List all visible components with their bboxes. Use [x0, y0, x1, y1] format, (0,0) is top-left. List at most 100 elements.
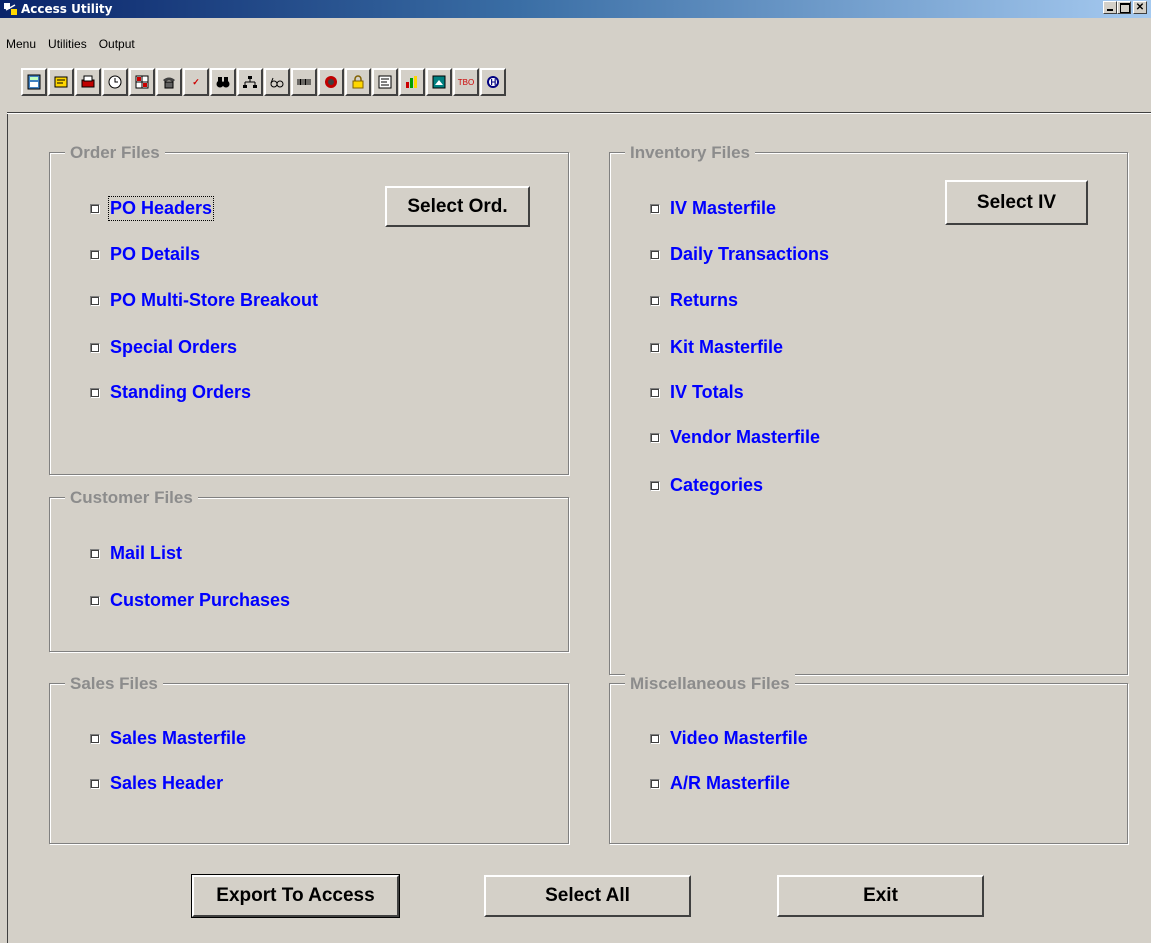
- printer-icon: [81, 75, 95, 88]
- item-label: Special Orders: [110, 337, 238, 357]
- target-button[interactable]: [318, 68, 344, 96]
- checkbox[interactable]: [650, 480, 660, 491]
- lock-icon: [352, 75, 364, 89]
- checkbox-standing-orders[interactable]: Standing Orders: [90, 382, 251, 403]
- checkbox[interactable]: [650, 733, 660, 744]
- clock-icon: [108, 75, 122, 89]
- exit-button[interactable]: Exit: [777, 875, 984, 917]
- minimize-icon: [1107, 9, 1113, 11]
- checkbox[interactable]: [90, 295, 100, 306]
- checkbox-categories[interactable]: Categories: [650, 475, 763, 496]
- checkbox[interactable]: [650, 249, 660, 260]
- checkbox[interactable]: [90, 778, 100, 789]
- item-label: PO Multi-Store Breakout: [110, 290, 319, 310]
- checkbox[interactable]: [90, 595, 100, 606]
- spell-check-icon: ✓: [192, 76, 200, 87]
- form-button[interactable]: [372, 68, 398, 96]
- checkbox-special-orders[interactable]: Special Orders: [90, 337, 237, 358]
- close-icon: ✕: [1135, 2, 1145, 13]
- close-button[interactable]: ✕: [1133, 1, 1147, 14]
- item-label: A/R Masterfile: [670, 773, 791, 793]
- checkbox[interactable]: [90, 733, 100, 744]
- find-button[interactable]: [210, 68, 236, 96]
- tree-button[interactable]: [237, 68, 263, 96]
- checkbox-iv-totals[interactable]: IV Totals: [650, 382, 744, 403]
- checkbox[interactable]: [650, 203, 660, 214]
- barcode-button[interactable]: [291, 68, 317, 96]
- tbo-button[interactable]: TBO: [453, 68, 479, 96]
- checkbox[interactable]: [90, 249, 100, 260]
- checkbox-customer-purchases[interactable]: Customer Purchases: [90, 590, 290, 611]
- checkbox-sales-masterfile[interactable]: Sales Masterfile: [90, 728, 246, 749]
- checkbox[interactable]: [90, 203, 100, 214]
- item-label: Categories: [670, 475, 764, 495]
- item-label: Sales Masterfile: [110, 728, 247, 748]
- select-ord-button[interactable]: Select Ord.: [385, 186, 530, 227]
- select-all-button[interactable]: Select All: [484, 875, 691, 917]
- checkbox-iv-masterfile[interactable]: IV Masterfile: [650, 198, 776, 219]
- checkbox-video-masterfile[interactable]: Video Masterfile: [650, 728, 808, 749]
- chart-button[interactable]: [399, 68, 425, 96]
- checkbox-po-headers[interactable]: PO Headers: [90, 196, 215, 221]
- note-icon: [54, 76, 68, 88]
- window-title: Access Utility: [21, 2, 113, 16]
- sales-files-group: Sales Files: [49, 674, 569, 844]
- phone-button[interactable]: [156, 68, 182, 96]
- item-label: PO Headers: [107, 196, 215, 221]
- checkbox-po-details[interactable]: PO Details: [90, 244, 200, 265]
- menu-utilities[interactable]: Utilities: [42, 35, 93, 53]
- checkbox-daily-transactions[interactable]: Daily Transactions: [650, 244, 829, 265]
- title-bar: Access Utility ✕: [0, 0, 1151, 18]
- checkbox[interactable]: [650, 342, 660, 353]
- print-button[interactable]: [75, 68, 101, 96]
- calculator-icon: [27, 74, 41, 90]
- menu-bar: Menu Utilities Output: [0, 35, 141, 53]
- checkbox-sales-header[interactable]: Sales Header: [90, 773, 223, 794]
- clock-button[interactable]: [102, 68, 128, 96]
- checkbox-ar-masterfile[interactable]: A/R Masterfile: [650, 773, 790, 794]
- calculator-button[interactable]: [21, 68, 47, 96]
- export-to-access-button[interactable]: Export To Access: [191, 874, 400, 918]
- maximize-button[interactable]: [1117, 1, 1131, 14]
- target-icon: [325, 76, 337, 88]
- binoculars-icon: [216, 77, 230, 88]
- checkbox-mail-list[interactable]: Mail List: [90, 543, 182, 564]
- checkbox-returns[interactable]: Returns: [650, 290, 738, 311]
- notes-button[interactable]: [48, 68, 74, 96]
- help-button[interactable]: H: [480, 68, 506, 96]
- image-button[interactable]: [426, 68, 452, 96]
- group-title: Inventory Files: [625, 143, 755, 163]
- checkbox[interactable]: [650, 778, 660, 789]
- help-icon: H: [487, 76, 499, 88]
- menu-output[interactable]: Output: [93, 35, 141, 53]
- menu-menu[interactable]: Menu: [0, 35, 42, 53]
- select-iv-button[interactable]: Select IV: [945, 180, 1088, 225]
- checkbox[interactable]: [90, 387, 100, 398]
- checkbox[interactable]: [650, 432, 660, 443]
- item-label: Returns: [670, 290, 739, 310]
- item-label: Video Masterfile: [670, 728, 808, 748]
- item-label: IV Totals: [670, 382, 744, 402]
- checkbox[interactable]: [650, 387, 660, 398]
- item-label: Mail List: [110, 543, 183, 563]
- checkbox[interactable]: [90, 548, 100, 559]
- item-label: IV Masterfile: [670, 198, 777, 218]
- customer-files-group: Customer Files: [49, 488, 569, 652]
- grid-icon: [135, 75, 149, 89]
- checkbox-kit-masterfile[interactable]: Kit Masterfile: [650, 337, 783, 358]
- lock-button[interactable]: [345, 68, 371, 96]
- inventory-files-group: Inventory Files: [609, 143, 1128, 675]
- grid-button[interactable]: [129, 68, 155, 96]
- checkbox[interactable]: [90, 342, 100, 353]
- checkbox[interactable]: [650, 295, 660, 306]
- form-icon: [378, 75, 392, 89]
- glasses-button[interactable]: [264, 68, 290, 96]
- tree-icon: [243, 76, 257, 88]
- checkbox-vendor-masterfile[interactable]: Vendor Masterfile: [650, 427, 820, 448]
- item-label: Standing Orders: [110, 382, 252, 402]
- spell-check-button[interactable]: ✓: [183, 68, 209, 96]
- minimize-button[interactable]: [1103, 1, 1117, 14]
- group-title: Miscellaneous Files: [625, 674, 795, 694]
- svg-text:H: H: [491, 78, 497, 87]
- checkbox-po-multi-store[interactable]: PO Multi-Store Breakout: [90, 290, 318, 311]
